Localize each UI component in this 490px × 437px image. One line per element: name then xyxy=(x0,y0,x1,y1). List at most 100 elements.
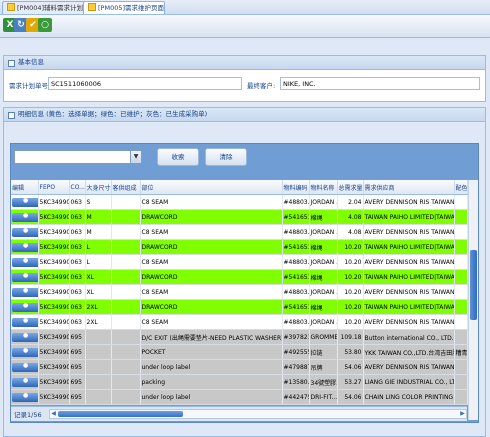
edit-cell xyxy=(11,329,39,345)
basic-info-header: 基本信息 xyxy=(4,56,485,70)
cell-qty: 109.18 xyxy=(337,329,364,345)
cell-size: XL xyxy=(85,284,112,300)
cell-code: #541651 xyxy=(282,269,310,285)
cell-fepo: 5KC34990... xyxy=(38,299,70,315)
cell-name: JORDAN ... xyxy=(309,194,338,210)
edit-cell xyxy=(11,359,39,375)
column-header[interactable]: 物料名称 xyxy=(309,180,338,195)
customer-field[interactable]: NIKE, INC. xyxy=(280,77,480,90)
tab-pm005[interactable]: [PM005]需求维护页面× xyxy=(83,1,165,14)
cell-color xyxy=(454,239,468,255)
cell-qty: 10.20 xyxy=(337,284,364,300)
cell-qty: 53.80 xyxy=(337,344,364,360)
edit-row-button[interactable] xyxy=(12,332,37,342)
vertical-scroll-thumb[interactable] xyxy=(470,250,477,320)
column-header[interactable]: 客供组成 xyxy=(111,180,141,195)
cell-fepo: 5KC34990... xyxy=(38,374,70,390)
column-header[interactable]: 部位 xyxy=(140,180,283,195)
table-row[interactable]: 5KC34990...695 packing#13580...34號塑膠...53… xyxy=(11,374,468,390)
table-row[interactable]: 5KC34990...063S C8 SEAM#48803...JORDAN ..… xyxy=(11,194,468,210)
table-row[interactable]: 5KC34990...063L DRAWCORD#541651棉绳10.20TAI… xyxy=(11,239,468,255)
edit-row-button[interactable] xyxy=(12,197,37,207)
scroll-left-icon[interactable]: ◀ xyxy=(50,410,57,418)
edit-row-button[interactable] xyxy=(12,392,37,402)
scroll-right-icon[interactable]: ▶ xyxy=(459,410,466,418)
edit-row-button[interactable] xyxy=(12,272,37,282)
table-row[interactable]: 5KC34990...695 under loop label#442475DRI… xyxy=(11,389,468,405)
cell-fepo: 5KC34990... xyxy=(38,269,70,285)
cell-qty: 10.20 xyxy=(337,314,364,330)
column-header[interactable]: 大身尺寸 xyxy=(85,180,112,195)
cell-fepo: 5KC34990... xyxy=(38,329,70,345)
cell-size: L xyxy=(85,254,112,270)
cell-supplier: AVERY DENNISON RIS TAIWAN LT... xyxy=(363,314,455,330)
edit-row-button[interactable] xyxy=(12,212,37,222)
circle-button[interactable]: ○ xyxy=(38,18,52,32)
edit-row-button[interactable] xyxy=(12,257,37,267)
edit-cell xyxy=(11,209,39,225)
edit-row-button[interactable] xyxy=(12,362,37,372)
horizontal-scrollbar[interactable]: ◀ ▶ xyxy=(49,409,467,419)
search-button[interactable]: 收索 xyxy=(157,148,199,166)
cell-qty: 10.20 xyxy=(337,239,364,255)
cell-code: #442475 xyxy=(282,389,310,405)
edit-cell xyxy=(11,314,39,330)
table-row[interactable]: 5KC34990...695 D/C EXIT (出绳需要垫片-NEED PLAS… xyxy=(11,329,468,345)
chevron-down-icon[interactable]: ▼ xyxy=(130,151,141,163)
cell-color xyxy=(454,269,468,285)
cell-color xyxy=(454,209,468,225)
cell-color: 糟青红 xyxy=(454,344,468,360)
table-row[interactable]: 5KC34990...063XL DRAWCORD#541651棉绳10.20TA… xyxy=(11,269,468,285)
table-row[interactable]: 5KC34990...695 under loop label#479887吊牌5… xyxy=(11,359,468,375)
edit-row-button[interactable] xyxy=(12,347,37,357)
plan-no-label: 需求计划单号: xyxy=(9,82,51,90)
edit-row-button[interactable] xyxy=(12,227,37,237)
edit-row-button[interactable] xyxy=(12,302,37,312)
cell-part: under loop label xyxy=(140,359,283,375)
table-row[interactable]: 5KC34990...063L C8 SEAM#48803...JORDAN ..… xyxy=(11,254,468,270)
column-header[interactable]: 编辑 xyxy=(11,180,39,195)
filter-combo[interactable]: ▼ xyxy=(14,150,142,164)
edit-row-button[interactable] xyxy=(12,317,37,327)
column-header[interactable]: 总需求量 xyxy=(337,180,364,195)
edit-row-button[interactable] xyxy=(12,287,37,297)
clear-button[interactable]: 清除 xyxy=(205,148,247,166)
cell-name: JORDAN ... xyxy=(309,254,338,270)
edit-row-button[interactable] xyxy=(12,242,37,252)
cell-co: 695 xyxy=(69,359,86,375)
cell-size: S xyxy=(85,194,112,210)
table-row[interactable]: 5KC34990...0632XL C8 SEAM#48803...JORDAN … xyxy=(11,314,468,330)
cell-client xyxy=(111,269,141,285)
cell-client xyxy=(111,389,141,405)
table-row[interactable]: 5KC34990...063M C8 SEAM#48803...JORDAN ..… xyxy=(11,224,468,240)
basic-info-title: 基本信息 xyxy=(18,58,44,66)
column-header[interactable]: 配色 xyxy=(454,180,468,195)
plan-no-field[interactable]: SC1511060006 xyxy=(48,77,242,90)
table-row[interactable]: 5KC34990...695 POCKET#492555拉链53.80YKK TA… xyxy=(11,344,468,360)
table-row[interactable]: 5KC34990...063XL C8 SEAM#48803...JORDAN .… xyxy=(11,284,468,300)
edit-cell xyxy=(11,299,39,315)
table-row[interactable]: 5KC34990...0632XL DRAWCORD#541651棉绳10.20T… xyxy=(11,299,468,315)
cell-color xyxy=(454,359,468,375)
panel-collapse-icon[interactable] xyxy=(8,112,15,119)
column-header[interactable]: 物料编码 xyxy=(282,180,310,195)
column-header[interactable]: 需求供应商 xyxy=(363,180,455,195)
column-header[interactable]: FEPO xyxy=(38,180,70,195)
detail-grid: 编辑 FEPO CO... 大身尺寸 客供组成 部位 物料编码 物料名称 总需求量 需求供应商 配色… xyxy=(11,180,468,405)
cell-size: L xyxy=(85,239,112,255)
cell-client xyxy=(111,254,141,270)
grid-footer: 记录1/56 ◀ ▶ xyxy=(11,406,467,421)
edit-row-button[interactable] xyxy=(12,377,37,387)
edit-cell xyxy=(11,239,39,255)
table-row[interactable]: 5KC34990...063M DRAWCORD#541651棉绳4.08TAIW… xyxy=(11,209,468,225)
horizontal-scroll-thumb[interactable] xyxy=(58,411,183,417)
vertical-scrollbar[interactable] xyxy=(468,180,478,420)
cell-name: 吊牌 xyxy=(309,359,338,375)
panel-collapse-icon[interactable] xyxy=(8,60,15,67)
cell-code: #479887 xyxy=(282,359,310,375)
cell-part: under loop label xyxy=(140,389,283,405)
column-header[interactable]: CO... xyxy=(69,180,86,195)
cell-client xyxy=(111,314,141,330)
cell-co: 063 xyxy=(69,254,86,270)
tab-pm004[interactable]: [PM004]辅料需求计划审核维护× xyxy=(2,1,88,14)
